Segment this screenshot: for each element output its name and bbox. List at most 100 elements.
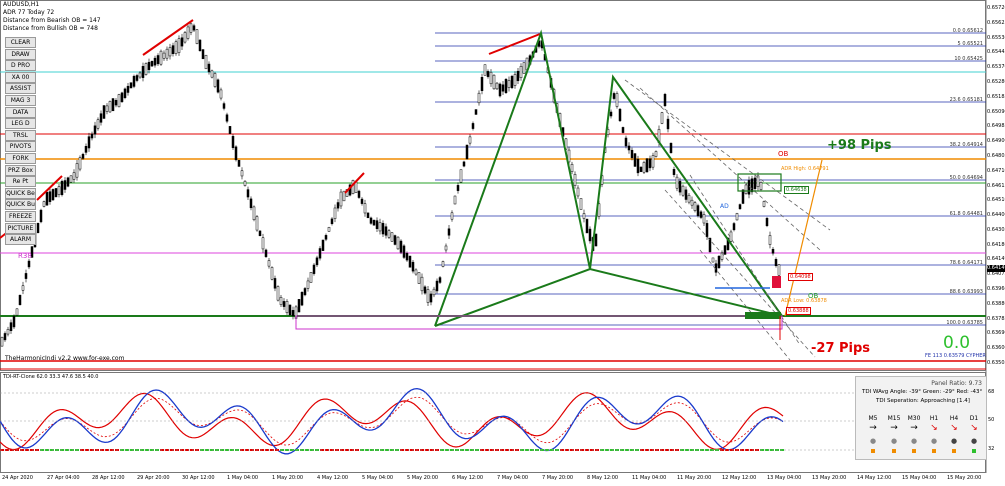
- candle-body: [426, 289, 430, 303]
- candle-body: [231, 136, 235, 148]
- price-tick: 0.64400: [987, 212, 1005, 219]
- price-tick: 0.64615: [987, 182, 1005, 189]
- toolbar-button-quick-be[interactable]: QUICK Be: [5, 187, 36, 199]
- fib-label: 61.8 0.64481: [949, 211, 983, 217]
- candle-body: [579, 198, 583, 210]
- toolbar-button-fork[interactable]: FORK: [5, 153, 36, 164]
- candle-body: [108, 101, 112, 113]
- candle-body: [213, 73, 217, 87]
- candle-body: [465, 144, 469, 160]
- candle-body: [618, 108, 622, 122]
- candle-body: [237, 159, 241, 167]
- candle-body: [516, 70, 520, 82]
- candle-body: [291, 310, 295, 316]
- candle-body: [261, 237, 265, 250]
- candle-body: [771, 248, 775, 254]
- timeframe-arrow-icon: ↘: [970, 423, 978, 433]
- time-tick: 28 Apr 12:00: [92, 475, 125, 481]
- candle-body: [663, 93, 667, 107]
- time-tick: 1 May 04:00: [227, 475, 259, 481]
- candle-body: [414, 269, 418, 275]
- candle-body: [573, 173, 577, 187]
- candle-body: [273, 278, 277, 289]
- toolbar-button-freeze[interactable]: FREEZE: [5, 211, 36, 222]
- bullish-box-label: 0.64098: [788, 273, 813, 281]
- candle-body: [270, 267, 274, 280]
- candle-body: [183, 32, 187, 43]
- low-box-label: 0.63888: [786, 307, 811, 315]
- toolbar-button-xa-00[interactable]: XA 00: [5, 71, 36, 83]
- candle-body: [303, 288, 307, 296]
- candle-body: [9, 322, 13, 331]
- candle-body: [582, 213, 586, 219]
- timeframe-dot-icon: ●: [950, 437, 958, 445]
- candle-body: [321, 239, 325, 251]
- pips-up-label: +98 Pips: [827, 138, 892, 153]
- toolbar-button-d-pro[interactable]: D PRO: [5, 60, 36, 72]
- candle-body: [297, 299, 301, 313]
- candle-body: [711, 257, 715, 263]
- fib-label: 0.0 0.65612: [952, 28, 983, 34]
- candle-body: [636, 158, 640, 174]
- candle-body: [690, 199, 694, 206]
- timeframe-square-icon: [892, 449, 896, 453]
- candle-body: [774, 259, 778, 266]
- candle-body: [54, 188, 58, 198]
- candle-body: [315, 257, 319, 266]
- candle-body: [204, 54, 208, 70]
- candle-body: [120, 92, 124, 103]
- time-tick: 30 Apr 12:00: [182, 475, 215, 481]
- pips-down-label: -27 Pips: [811, 341, 871, 356]
- candle-body: [165, 48, 169, 59]
- timeframe-dot-icon: ●: [970, 437, 978, 445]
- candle-body: [633, 153, 637, 167]
- candle-body: [750, 178, 754, 193]
- candle-body: [90, 133, 94, 139]
- candle-body: [438, 277, 442, 283]
- candle-body: [447, 228, 451, 236]
- toolbar-button-pivots[interactable]: PIVOTS: [5, 141, 36, 153]
- candle-body: [627, 145, 631, 151]
- candle-body: [96, 119, 100, 129]
- toolbar-button-picture[interactable]: PICTURE: [5, 222, 36, 234]
- candle-body: [441, 261, 445, 267]
- price-tick: 0.64710: [987, 167, 1005, 174]
- candle-body: [330, 218, 334, 225]
- toolbar-button-alarm[interactable]: ALARM: [5, 234, 36, 246]
- fib-label: 23.6 0.65181: [949, 97, 983, 103]
- toolbar-button-leg-d[interactable]: LEG D: [5, 118, 36, 130]
- level-68: 68: [988, 389, 995, 395]
- candle-body: [687, 194, 691, 203]
- candle-body: [570, 163, 574, 173]
- candle-body: [702, 214, 706, 224]
- candle-body: [249, 198, 253, 209]
- mid-box-label: 0.64638: [784, 186, 809, 194]
- toolbar-button-assist[interactable]: ASSIST: [5, 83, 36, 95]
- panel-ratio: Panel Ratio: 9.73: [931, 380, 982, 387]
- timeframe-square-icon: [871, 449, 875, 453]
- toolbar-button-clear[interactable]: CLEAR: [5, 37, 36, 48]
- toolbar-button-re-pt[interactable]: Re Pt: [5, 176, 36, 188]
- candle-body: [495, 82, 499, 90]
- candle-body: [39, 209, 43, 223]
- candle-body: [372, 219, 376, 226]
- candle-body: [252, 206, 256, 221]
- candle-body: [60, 180, 64, 196]
- toolbar-button-data[interactable]: DATA: [5, 106, 36, 118]
- candle-body: [423, 286, 427, 294]
- toolbar-button-quick-bu[interactable]: QUICK Bu: [5, 199, 36, 211]
- candle-body: [678, 180, 682, 193]
- toolbar-button-trsl[interactable]: TRSL: [5, 129, 36, 141]
- candle-body: [777, 264, 781, 276]
- level-32: 32: [988, 446, 995, 452]
- candle-body: [324, 235, 328, 240]
- timeframe-h1: H1: [929, 415, 939, 422]
- candle-body: [510, 75, 514, 89]
- toolbar-button-draw[interactable]: DRAW: [5, 48, 36, 60]
- candle-body: [21, 285, 25, 291]
- toolbar-button-mag-3[interactable]: MAG 3: [5, 95, 36, 106]
- toolbar-button-prz-box[interactable]: PRZ Box: [5, 164, 36, 176]
- chart-area[interactable]: AUDUSD,H1 ADR 77 Today 72 Distance from …: [0, 0, 1005, 486]
- timeframe-square-icon: [912, 449, 916, 453]
- timeframe-h4: H4: [949, 415, 959, 422]
